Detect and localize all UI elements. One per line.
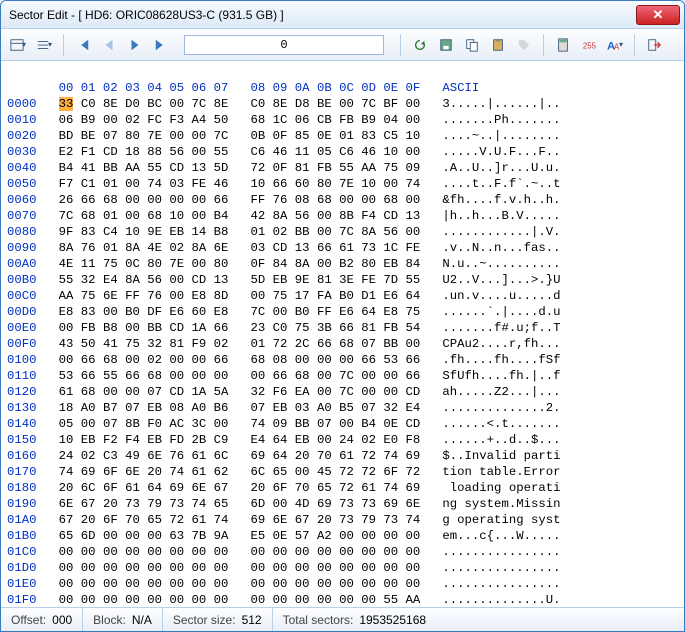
row-addr: 00E0 xyxy=(7,321,37,335)
row-ascii: .A..U..]r...U.u. xyxy=(442,161,560,175)
row-ascii: |h..h...B.V..... xyxy=(442,209,560,223)
row-ascii: ................ xyxy=(442,561,560,575)
row-addr: 00F0 xyxy=(7,337,37,351)
row-ascii: .un.v....u.....d xyxy=(442,289,560,303)
row-addr: 0140 xyxy=(7,417,37,431)
status-block: Block: N/A xyxy=(83,608,163,631)
row-addr: 01F0 xyxy=(7,593,37,607)
row-addr: 0000 xyxy=(7,97,37,111)
close-icon: ✕ xyxy=(653,7,664,23)
row-ascii: g operating syst xyxy=(442,513,560,527)
ascii-header: ASCII xyxy=(442,81,479,95)
svg-text:255: 255 xyxy=(583,41,596,50)
row-ascii: N.u..~.......... xyxy=(442,257,560,271)
row-addr: 0180 xyxy=(7,481,37,495)
hex-header: 00 01 02 03 04 05 06 07 08 09 0A 0B 0C 0… xyxy=(7,81,442,95)
row-ascii: ....~..|........ xyxy=(442,129,560,143)
row-ascii: ................ xyxy=(442,577,560,591)
toolbar: ▾ ▾ 255 AA▾ xyxy=(1,29,684,61)
calculator-button[interactable] xyxy=(552,34,574,56)
row-addr: 0020 xyxy=(7,129,37,143)
list-menu-button[interactable]: ▾ xyxy=(33,34,55,56)
row-ascii: ....t..F.f`.~..t xyxy=(442,177,560,191)
row-ascii: .v..N..n...fas.. xyxy=(442,241,560,255)
row-addr: 00A0 xyxy=(7,257,37,271)
row-addr: 01C0 xyxy=(7,545,37,559)
row-ascii: .fh....fh....fSf xyxy=(442,353,560,367)
row-addr: 01A0 xyxy=(7,513,37,527)
copy-button[interactable] xyxy=(461,34,483,56)
row-addr: 00C0 xyxy=(7,289,37,303)
row-ascii: tion table.Error xyxy=(442,465,560,479)
titlebar[interactable]: Sector Edit - [ HD6: ORIC08628US3-C (931… xyxy=(1,1,684,29)
window-title: Sector Edit - [ HD6: ORIC08628US3-C (931… xyxy=(5,8,636,22)
row-ascii: SfUfh....fh.|..f xyxy=(442,369,560,383)
row-addr: 0080 xyxy=(7,225,37,239)
row-ascii: $..Invalid parti xyxy=(442,449,560,463)
row-ascii: ......`.|....d.u xyxy=(442,305,560,319)
row-ascii: ................ xyxy=(442,545,560,559)
row-ascii: ..............2. xyxy=(442,401,560,415)
row-addr: 0030 xyxy=(7,145,37,159)
window: Sector Edit - [ HD6: ORIC08628US3-C (931… xyxy=(0,0,685,632)
row-ascii: .......Ph....... xyxy=(442,113,560,127)
offset-input[interactable] xyxy=(184,35,384,55)
row-ascii: loading operati xyxy=(442,481,560,495)
row-ascii: em...c{...W..... xyxy=(442,529,560,543)
hex-view[interactable]: 00 01 02 03 04 05 06 07 08 09 0A 0B 0C 0… xyxy=(1,61,684,607)
row-addr: 0190 xyxy=(7,497,37,511)
row-addr: 0170 xyxy=(7,465,37,479)
charset-button[interactable]: 255 xyxy=(578,34,600,56)
row-ascii: CPAu2....r,fh... xyxy=(442,337,560,351)
row-addr: 00D0 xyxy=(7,305,37,319)
row-ascii: ............|.V. xyxy=(442,225,560,239)
statusbar: Offset: 000 Block: N/A Sector size: 512 … xyxy=(1,607,684,631)
tag-button[interactable] xyxy=(513,34,535,56)
row-ascii: .....V.U.F...F.. xyxy=(442,145,560,159)
paste-button[interactable] xyxy=(487,34,509,56)
row-addr: 0120 xyxy=(7,385,37,399)
nav-prev-button[interactable] xyxy=(98,34,120,56)
row-addr: 0130 xyxy=(7,401,37,415)
row-addr: 0070 xyxy=(7,209,37,223)
font-button[interactable]: AA▾ xyxy=(604,34,626,56)
view-menu-button[interactable]: ▾ xyxy=(7,34,29,56)
close-button[interactable]: ✕ xyxy=(636,5,680,25)
row-addr: 0050 xyxy=(7,177,37,191)
row-ascii: ng system.Missin xyxy=(442,497,560,511)
row-ascii: 3.....|......|.. xyxy=(442,97,560,111)
row-addr: 0040 xyxy=(7,161,37,175)
nav-next-button[interactable] xyxy=(124,34,146,56)
row-ascii: ah.....Z2...|... xyxy=(442,385,560,399)
row-ascii: &fh....f.v.h..h. xyxy=(442,193,560,207)
nav-last-button[interactable] xyxy=(150,34,172,56)
row-addr: 01D0 xyxy=(7,561,37,575)
status-sector-size: Sector size: 512 xyxy=(163,608,273,631)
row-addr: 0090 xyxy=(7,241,37,255)
row-addr: 0110 xyxy=(7,369,37,383)
row-addr: 0060 xyxy=(7,193,37,207)
row-ascii: ......+..d..$... xyxy=(442,433,560,447)
row-ascii: ......<.t....... xyxy=(442,417,560,431)
save-button[interactable] xyxy=(435,34,457,56)
exit-button[interactable] xyxy=(643,34,665,56)
nav-first-button[interactable] xyxy=(72,34,94,56)
refresh-button[interactable] xyxy=(409,34,431,56)
status-offset: Offset: 000 xyxy=(1,608,83,631)
row-addr: 00B0 xyxy=(7,273,37,287)
row-addr: 0150 xyxy=(7,433,37,447)
status-total-sectors: Total sectors: 1953525168 xyxy=(273,608,684,631)
row-ascii: U2..V...]...>.}U xyxy=(442,273,560,287)
row-addr: 01B0 xyxy=(7,529,37,543)
row-addr: 0100 xyxy=(7,353,37,367)
row-ascii: .......f#.u;f..T xyxy=(442,321,560,335)
row-addr: 01E0 xyxy=(7,577,37,591)
row-addr: 0160 xyxy=(7,449,37,463)
row-addr: 0010 xyxy=(7,113,37,127)
row-ascii: ..............U. xyxy=(442,593,560,607)
